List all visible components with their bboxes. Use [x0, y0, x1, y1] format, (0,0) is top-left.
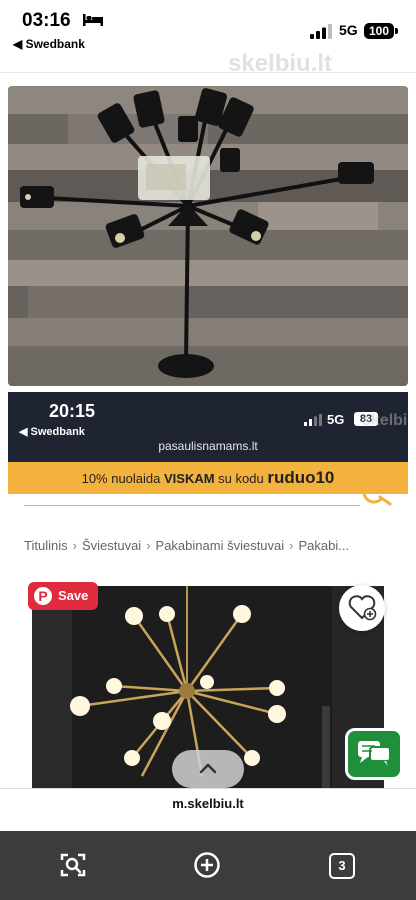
new-tab-icon[interactable] — [193, 851, 221, 879]
breadcrumb-item: Pakabi... — [298, 538, 350, 553]
cellular-signal-icon — [310, 24, 332, 39]
network-type: 5G — [339, 22, 358, 38]
tabs-button[interactable]: 3 — [329, 853, 355, 879]
sleep-focus-icon — [83, 14, 103, 26]
watermark-text: skelbiu.lt — [228, 50, 333, 77]
chat-bubbles-icon — [358, 741, 391, 766]
chevron-up-icon — [199, 763, 217, 774]
embedded-status-bar: 20:15 ◀ Swedbank 5G 83 skelbiu.lt pasaul… — [8, 392, 408, 462]
address-bar-url: m.skelbiu.lt — [172, 796, 244, 811]
embedded-network: 5G — [327, 412, 345, 427]
promo-text-middle: su kodu — [214, 471, 268, 486]
status-bar: 03:16 ◀ Swedbank 5G 100 skelbiu.lt — [0, 0, 416, 77]
breadcrumb-item: Pakabinami šviestuvai — [155, 538, 285, 553]
breadcrumb-separator: › — [289, 538, 294, 553]
bottom-toolbar: 3 — [0, 831, 416, 900]
embedded-time: 20:15 — [49, 401, 96, 421]
embedded-watermark: skelbiu.lt — [362, 412, 408, 429]
breadcrumb-item: Titulinis — [24, 538, 68, 553]
add-to-wishlist-button — [339, 585, 385, 631]
product-photo-black-lamp[interactable] — [8, 86, 408, 386]
visual-lookup-icon[interactable] — [59, 851, 87, 879]
promo-banner: 10% nuolaida VISKAM su kodu ruduo10 — [8, 462, 408, 494]
chat-button[interactable] — [345, 728, 403, 780]
back-to-app-link[interactable]: ◀ Swedbank — [13, 37, 85, 51]
heart-plus-icon — [348, 595, 377, 621]
pinterest-icon: P — [34, 587, 52, 605]
search-field-edge — [24, 505, 360, 506]
pinterest-save-label: Save — [58, 588, 89, 603]
pinterest-save-button[interactable]: P Save — [28, 582, 98, 610]
embedded-signal-icon — [304, 414, 322, 426]
promo-text: 10% nuolaida — [81, 471, 164, 486]
embedded-url: pasaulisnamams.lt — [158, 439, 258, 453]
battery-icon: 100 — [364, 23, 394, 39]
promo-bold: VISKAM — [164, 471, 215, 486]
divider — [0, 72, 416, 73]
breadcrumb-item: Šviestuvai — [81, 538, 142, 553]
address-bar[interactable]: m.skelbiu.lt — [0, 788, 416, 833]
battery-tip — [395, 28, 398, 34]
embedded-back-link: ◀ Swedbank — [19, 426, 85, 438]
status-time: 03:16 — [22, 10, 71, 31]
breadcrumb-separator: › — [72, 538, 77, 553]
scroll-up-button[interactable] — [172, 750, 244, 788]
embedded-screenshot: 20:15 ◀ Swedbank 5G 83 skelbiu.lt pasaul… — [8, 392, 408, 800]
promo-code: ruduo10 — [267, 468, 335, 487]
search-icon — [362, 492, 392, 506]
breadcrumb-separator: › — [146, 538, 151, 553]
breadcrumb: Titulinis › Šviestuvai › Pakabinami šviestuv… — [24, 538, 349, 553]
